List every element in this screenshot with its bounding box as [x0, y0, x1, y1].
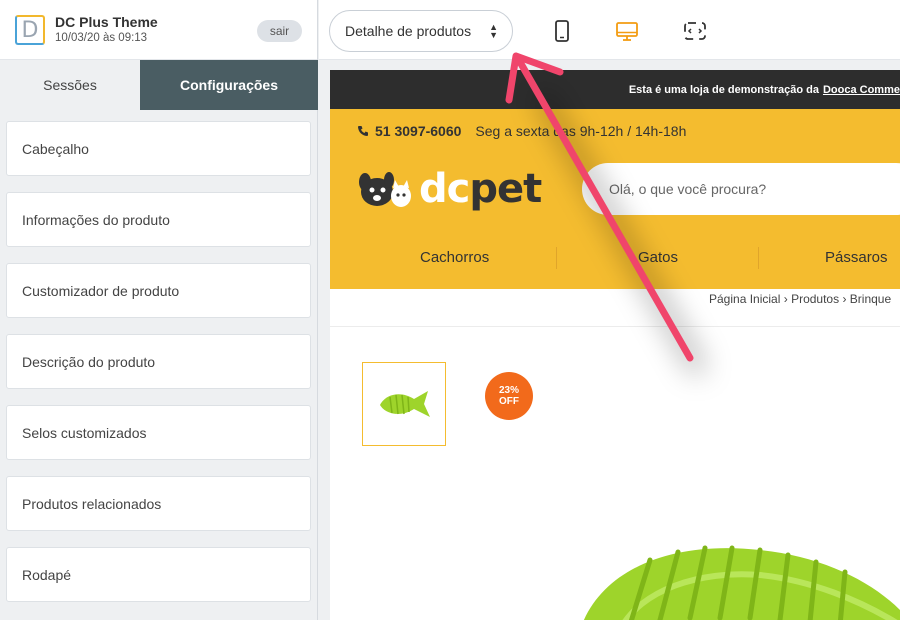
store-logo-text: dcpet — [419, 166, 542, 212]
page-select-value: Detalhe de produtos — [345, 23, 472, 39]
category-passaros[interactable]: Pássaros — [825, 243, 888, 273]
desktop-icon[interactable] — [614, 18, 640, 44]
discount-off: OFF — [499, 396, 519, 407]
category-cachorros[interactable]: Cachorros — [420, 243, 489, 273]
content-divider — [330, 326, 900, 327]
discount-percent: 23% — [498, 385, 519, 396]
phone-icon — [358, 126, 368, 136]
category-divider — [758, 247, 759, 269]
theme-logo: D — [15, 15, 45, 45]
section-item-selos-customizados[interactable]: Selos customizados — [6, 405, 311, 460]
panel-tabs: Sessões Configurações — [0, 60, 318, 110]
section-item-descricao-produto[interactable]: Descrição do produto — [6, 334, 311, 389]
fullscreen-icon[interactable] — [682, 18, 708, 44]
product-main-image[interactable] — [560, 500, 900, 620]
tab-sessoes[interactable]: Sessões — [0, 60, 140, 110]
section-list: Cabeçalho Informações do produto Customi… — [0, 110, 317, 602]
store-hours: Seg a sexta das 9h-12h / 14h-18h — [475, 123, 687, 139]
store-search-input[interactable]: Olá, o que você procura? — [582, 163, 900, 215]
section-item-cabecalho[interactable]: Cabeçalho — [6, 121, 311, 176]
theme-name: DC Plus Theme — [55, 14, 158, 30]
category-nav: Cachorros Gatos Pássaros — [330, 243, 900, 273]
category-gatos[interactable]: Gatos — [638, 243, 678, 273]
demo-notice-text: Esta é uma loja de demonstração da — [628, 83, 819, 96]
logo-text-dc: dc — [419, 166, 470, 212]
fish-toy-thumbnail-image — [380, 391, 430, 417]
logout-button[interactable]: sair — [257, 20, 302, 42]
store-preview: Esta é uma loja de demonstração da Dooca… — [330, 70, 900, 620]
section-item-rodape[interactable]: Rodapé — [6, 547, 311, 602]
theme-logo-letter: D — [21, 17, 39, 43]
store-phone[interactable]: 51 3097-6060 — [375, 123, 461, 139]
chevron-right-icon: › — [842, 292, 850, 306]
select-arrows-icon: ▲ ▼ — [489, 22, 498, 40]
category-divider — [556, 247, 557, 269]
section-item-informacoes-produto[interactable]: Informações do produto — [6, 192, 311, 247]
store-header: 51 3097-6060 Seg a sexta das 9h-12h / 14… — [330, 109, 900, 289]
dog-cat-icon — [359, 172, 411, 207]
chevron-right-icon: › — [783, 292, 792, 306]
product-thumbnail[interactable] — [362, 362, 446, 446]
mobile-icon[interactable] — [549, 18, 575, 44]
demo-notice-link[interactable]: Dooca Comme — [823, 84, 900, 96]
fish-toy-main-image — [583, 545, 900, 620]
theme-date: 10/03/20 às 09:13 — [55, 32, 148, 44]
section-item-produtos-relacionados[interactable]: Produtos relacionados — [6, 476, 311, 531]
contact-line: 51 3097-6060 Seg a sexta das 9h-12h / 14… — [357, 123, 686, 139]
breadcrumb-home[interactable]: Página Inicial — [709, 292, 780, 306]
logo-text-pet: pet — [469, 166, 542, 212]
preview-toolbar: Detalhe de produtos ▲ ▼ — [319, 0, 900, 60]
search-placeholder: Olá, o que você procura? — [609, 181, 767, 197]
page-select[interactable]: Detalhe de produtos ▲ ▼ — [329, 10, 513, 52]
discount-badge: 23% OFF — [485, 372, 533, 420]
store-logo[interactable]: dcpet — [357, 166, 542, 212]
breadcrumb-brinquedos[interactable]: Brinque — [850, 292, 891, 306]
theme-header: D DC Plus Theme 10/03/20 às 09:13 sair — [0, 0, 317, 60]
breadcrumb-produtos[interactable]: Produtos — [791, 292, 839, 306]
breadcrumb: Página Inicial › Produtos › Brinque — [709, 292, 891, 306]
tab-configuracoes[interactable]: Configurações — [140, 60, 318, 110]
editor-sidebar: D DC Plus Theme 10/03/20 às 09:13 sair S… — [0, 0, 318, 620]
demo-notice-bar: Esta é uma loja de demonstração da Dooca… — [330, 70, 900, 109]
section-item-customizador-produto[interactable]: Customizador de produto — [6, 263, 311, 318]
